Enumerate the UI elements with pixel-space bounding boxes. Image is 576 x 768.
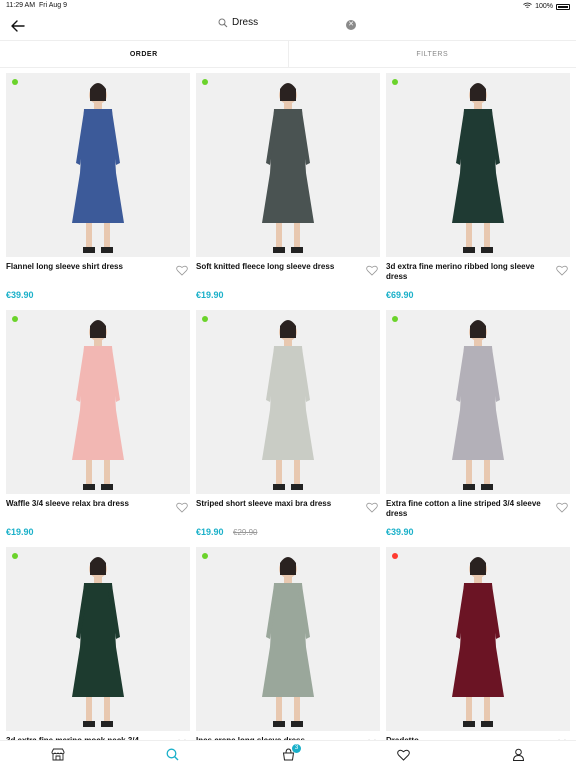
clear-search-button[interactable]: ✕ <box>346 20 356 30</box>
search-input[interactable] <box>232 17 342 28</box>
tab-cart[interactable]: 3 <box>230 741 345 768</box>
product-name[interactable]: Striped short sleeve maxi bra dress <box>196 499 362 509</box>
heart-icon <box>176 502 188 513</box>
product-old-price: €29.90 <box>233 528 258 537</box>
availability-dot <box>12 316 18 322</box>
product-price: €39.90 <box>386 527 414 537</box>
tab-search[interactable] <box>115 741 230 768</box>
heart-icon <box>366 265 378 276</box>
cart-badge: 3 <box>292 744 301 753</box>
product-image[interactable] <box>6 73 190 257</box>
close-icon: ✕ <box>348 21 354 28</box>
product-price: €69.90 <box>386 290 414 300</box>
profile-icon <box>512 748 524 761</box>
heart-icon <box>396 749 410 761</box>
product-price: €19.90 <box>196 290 224 300</box>
availability-dot <box>202 79 208 85</box>
product-card[interactable]: Striped short sleeve maxi bra dress €19.9… <box>196 310 380 537</box>
battery-percentage: 100% <box>535 3 553 10</box>
product-card[interactable]: Waffle 3/4 sleeve relax bra dress €19.90 <box>6 310 190 537</box>
product-image[interactable] <box>386 73 570 257</box>
battery-icon <box>556 3 570 10</box>
product-card[interactable]: Flannel long sleeve shirt dress €39.90 <box>6 73 190 300</box>
tab-profile[interactable] <box>461 741 576 768</box>
heart-icon <box>176 265 188 276</box>
store-icon <box>51 748 65 761</box>
tab-wishlist[interactable] <box>346 741 461 768</box>
heart-icon <box>556 502 568 513</box>
back-button[interactable] <box>8 16 28 36</box>
availability-dot <box>202 553 208 559</box>
product-name[interactable]: Soft knitted fleece long sleeve dress <box>196 262 362 272</box>
status-bar: 11:29 AM Fri Aug 9 100% <box>0 0 576 12</box>
availability-dot <box>12 79 18 85</box>
product-image[interactable] <box>386 547 570 731</box>
wishlist-button[interactable] <box>366 263 378 276</box>
status-time: 11:29 AM <box>6 2 36 9</box>
product-name[interactable]: Extra fine cotton a line striped 3/4 sle… <box>386 499 552 519</box>
arrow-left-icon <box>11 20 25 32</box>
wifi-icon <box>523 2 532 11</box>
availability-dot <box>202 316 208 322</box>
product-image[interactable] <box>196 73 380 257</box>
product-image[interactable] <box>196 547 380 731</box>
product-image[interactable] <box>6 310 190 494</box>
tab-filters[interactable]: FILTERS <box>289 41 576 67</box>
product-name[interactable]: Flannel long sleeve shirt dress <box>6 262 172 272</box>
product-image[interactable] <box>6 547 190 731</box>
status-date: Fri Aug 9 <box>39 2 68 9</box>
heart-icon <box>556 265 568 276</box>
product-card[interactable]: Ines crepe long sleeve dress <box>196 547 380 750</box>
product-price: €19.90 <box>6 527 34 537</box>
bottom-tab-bar: 3 <box>0 740 576 768</box>
product-name[interactable]: 3d extra fine merino ribbed long sleeve … <box>386 262 552 282</box>
product-image[interactable] <box>386 310 570 494</box>
sort-filter-tabs: ORDER FILTERS <box>0 40 576 68</box>
wishlist-button[interactable] <box>176 263 188 276</box>
search-field <box>218 17 342 28</box>
search-icon <box>166 748 179 761</box>
product-card[interactable]: 3d extra fine merino mock neck 3/4 <box>6 547 190 750</box>
status-right: 100% <box>523 2 570 11</box>
heart-icon <box>366 502 378 513</box>
product-card[interactable]: Extra fine cotton a line striped 3/4 sle… <box>386 310 570 537</box>
tab-order[interactable]: ORDER <box>0 41 289 67</box>
wishlist-button[interactable] <box>176 500 188 513</box>
product-card[interactable]: 3d extra fine merino ribbed long sleeve … <box>386 73 570 300</box>
product-image[interactable] <box>196 310 380 494</box>
product-card[interactable]: Soft knitted fleece long sleeve dress €19… <box>196 73 380 300</box>
wishlist-button[interactable] <box>556 500 568 513</box>
availability-dot <box>12 553 18 559</box>
product-price: €39.90 <box>6 290 34 300</box>
tab-store[interactable] <box>0 741 115 768</box>
product-name[interactable]: Waffle 3/4 sleeve relax bra dress <box>6 499 172 509</box>
product-price: €19.90 <box>196 527 224 537</box>
availability-dot <box>392 316 398 322</box>
search-bar: ✕ <box>0 12 576 40</box>
product-card[interactable]: Dradetto <box>386 547 570 750</box>
search-icon <box>218 18 228 27</box>
availability-dot <box>392 79 398 85</box>
wishlist-button[interactable] <box>366 500 378 513</box>
wishlist-button[interactable] <box>556 263 568 276</box>
availability-dot <box>392 553 398 559</box>
